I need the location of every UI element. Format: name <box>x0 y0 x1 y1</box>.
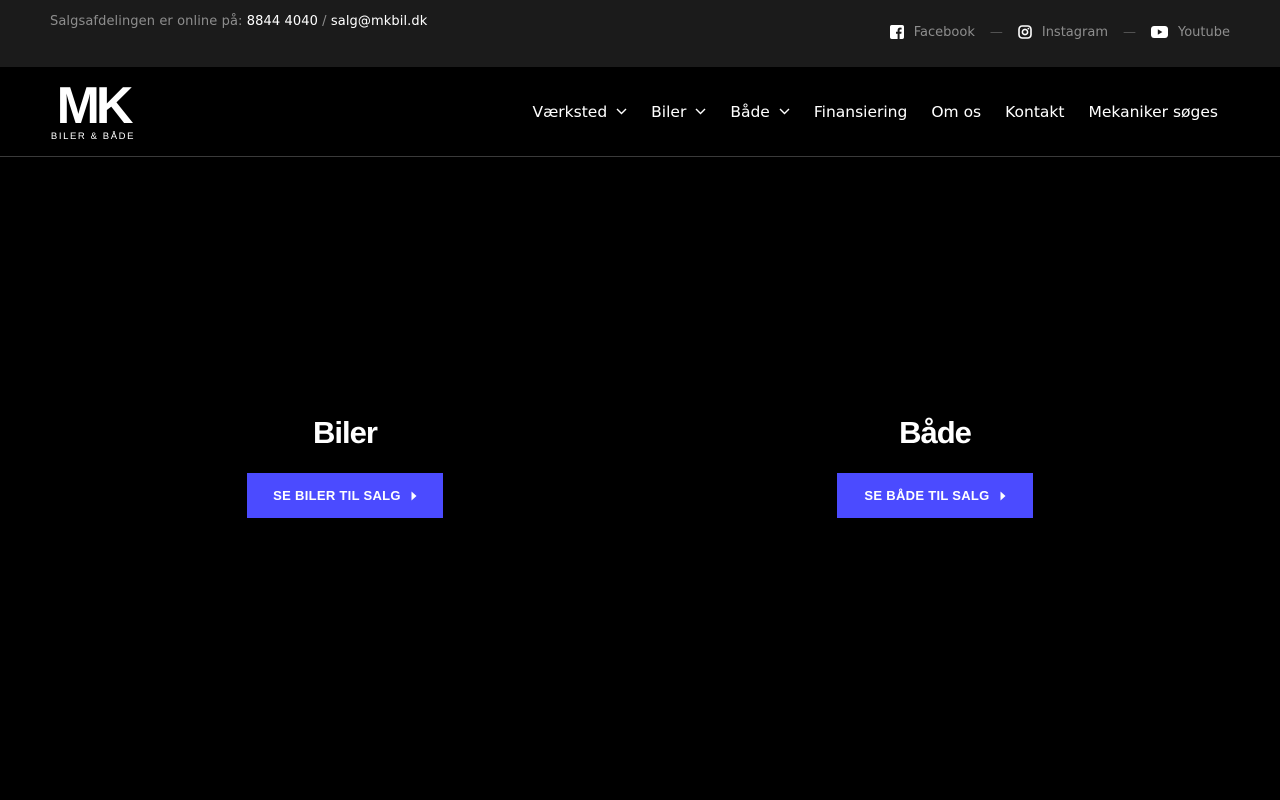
main-navigation: Værksted Biler Både Finansiering Om os K… <box>532 67 1218 156</box>
top-bar: Salgsafdelingen er online på: 8844 4040 … <box>0 0 1280 67</box>
main-header: MK BILER & BÅDE Værksted Biler Både Fina… <box>0 67 1280 157</box>
nav-item-mekaniker-soeges[interactable]: Mekaniker søges <box>1088 103 1218 121</box>
mk-logo[interactable]: MK BILER & BÅDE <box>50 77 138 142</box>
nav-label: Kontakt <box>1005 102 1065 121</box>
nav-item-finansiering[interactable]: Finansiering <box>814 103 908 121</box>
nav-label: Både <box>730 102 770 121</box>
cars-panel: Biler SE BILER TIL SALG <box>25 157 665 800</box>
hero-section: Biler SE BILER TIL SALG Både SE BÅDE TIL… <box>0 157 1280 800</box>
nav-item-vaerksted[interactable]: Værksted <box>532 103 627 121</box>
instagram-icon <box>1018 25 1032 39</box>
facebook-link[interactable]: Facebook <box>889 24 975 40</box>
boats-title: Både <box>899 415 972 450</box>
chevron-down-icon <box>779 108 790 115</box>
logo-main: MK <box>57 82 134 135</box>
chevron-down-icon <box>695 108 706 115</box>
nav-item-om-os[interactable]: Om os <box>931 103 981 121</box>
phone-link[interactable]: 8844 4040 <box>247 14 318 29</box>
nav-item-baade[interactable]: Både <box>730 103 790 121</box>
contact-prefix: Salgsafdelingen er online på: <box>50 14 247 29</box>
see-cars-label: SE BILER TIL SALG <box>273 488 401 503</box>
instagram-label: Instagram <box>1041 24 1108 40</box>
boats-panel: Både SE BÅDE TIL SALG <box>615 157 1255 800</box>
nav-label: Om os <box>931 102 982 121</box>
see-boats-button[interactable]: SE BÅDE TIL SALG <box>837 473 1033 518</box>
nav-label: Mekaniker søges <box>1088 102 1218 121</box>
contact-separator: / <box>317 14 331 29</box>
caret-right-icon <box>411 491 417 500</box>
social-separator: — <box>989 24 1003 40</box>
social-links: Facebook — Instagram — Youtube <box>889 23 1230 41</box>
chevron-down-icon <box>616 108 627 115</box>
nav-item-kontakt[interactable]: Kontakt <box>1005 103 1064 121</box>
facebook-label: Facebook <box>913 24 975 40</box>
cars-title: Biler <box>313 415 378 450</box>
social-separator: — <box>1123 24 1136 40</box>
see-boats-label: SE BÅDE TIL SALG <box>864 488 990 503</box>
logo-sub: BILER & BÅDE <box>51 131 135 140</box>
nav-label: Finansiering <box>813 102 908 121</box>
instagram-link[interactable]: Instagram <box>1018 25 1108 40</box>
youtube-label: Youtube <box>1178 24 1230 40</box>
email-link[interactable]: salg@mkbil.dk <box>331 14 427 29</box>
nav-label: Biler <box>651 102 687 121</box>
see-cars-button[interactable]: SE BILER TIL SALG <box>247 473 443 518</box>
youtube-link[interactable]: Youtube <box>1151 25 1230 40</box>
sales-contact: Salgsafdelingen er online på: 8844 4040 … <box>50 14 427 29</box>
caret-right-icon <box>1000 491 1006 500</box>
facebook-icon <box>889 25 904 39</box>
nav-label: Værksted <box>532 102 608 121</box>
nav-item-biler[interactable]: Biler <box>651 103 706 121</box>
youtube-icon <box>1151 26 1168 38</box>
